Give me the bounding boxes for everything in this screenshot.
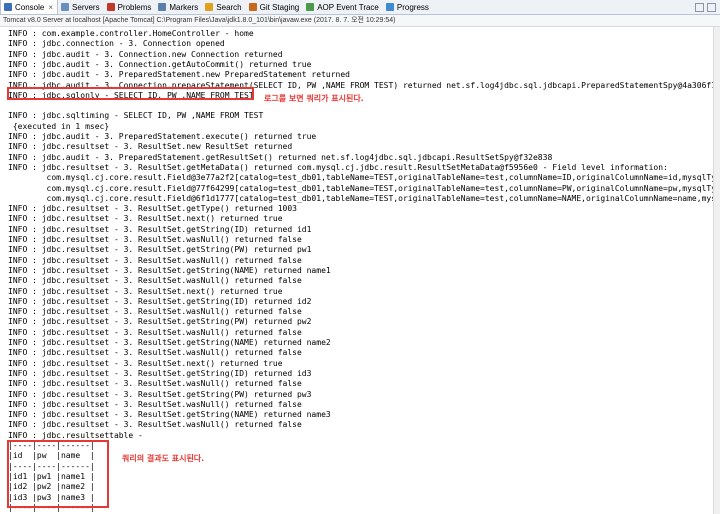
maximize-view-icon[interactable] bbox=[707, 2, 716, 12]
sql-log-highlight-box bbox=[7, 87, 254, 100]
tab-label: AOP Event Trace bbox=[317, 2, 379, 12]
close-tab-icon[interactable]: × bbox=[48, 3, 53, 12]
view-controls bbox=[695, 2, 720, 12]
servers-icon bbox=[61, 3, 70, 11]
aop-icon bbox=[306, 3, 315, 11]
tab-label: Git Staging bbox=[259, 2, 300, 12]
console-icon bbox=[4, 3, 12, 11]
tab-search[interactable]: Search bbox=[202, 0, 245, 14]
markers-icon bbox=[158, 3, 167, 11]
tab-servers[interactable]: Servers bbox=[58, 0, 104, 14]
tab-label: Markers bbox=[169, 2, 199, 12]
tab-label: Search bbox=[216, 2, 242, 12]
git-staging-icon bbox=[248, 3, 257, 11]
tab-list: Console × Servers Problems Markers Search Git … bbox=[0, 0, 433, 14]
tab-label: Progress bbox=[396, 2, 429, 12]
progress-icon bbox=[385, 3, 394, 11]
tab-markers[interactable]: Markers bbox=[155, 0, 202, 14]
result-table-highlight-box bbox=[7, 440, 109, 508]
tab-console[interactable]: Console × bbox=[0, 0, 59, 14]
tab-git-staging[interactable]: Git Staging bbox=[246, 0, 304, 14]
minimize-view-icon[interactable] bbox=[695, 2, 704, 12]
result-annotation: 쿼리의 결과도 표시된다. bbox=[122, 454, 205, 463]
search-icon bbox=[205, 3, 214, 11]
tab-aop-event-trace[interactable]: AOP Event Trace bbox=[303, 0, 383, 14]
problems-icon bbox=[106, 3, 115, 11]
view-tab-bar: Console × Servers Problems Markers Search Git … bbox=[0, 0, 720, 15]
tab-problems[interactable]: Problems bbox=[104, 0, 156, 14]
sql-log-annotation: 로그를 보면 쿼리가 표시된다. bbox=[264, 94, 364, 103]
console-vertical-scrollbar[interactable] bbox=[713, 27, 720, 514]
tab-label: Servers bbox=[72, 2, 100, 12]
tab-progress[interactable]: Progress bbox=[383, 0, 433, 14]
tab-label: Console bbox=[15, 2, 45, 12]
tab-label: Problems bbox=[117, 2, 152, 12]
console-session-info: Tomcat v8.0 Server at localhost [Apache … bbox=[0, 15, 720, 27]
